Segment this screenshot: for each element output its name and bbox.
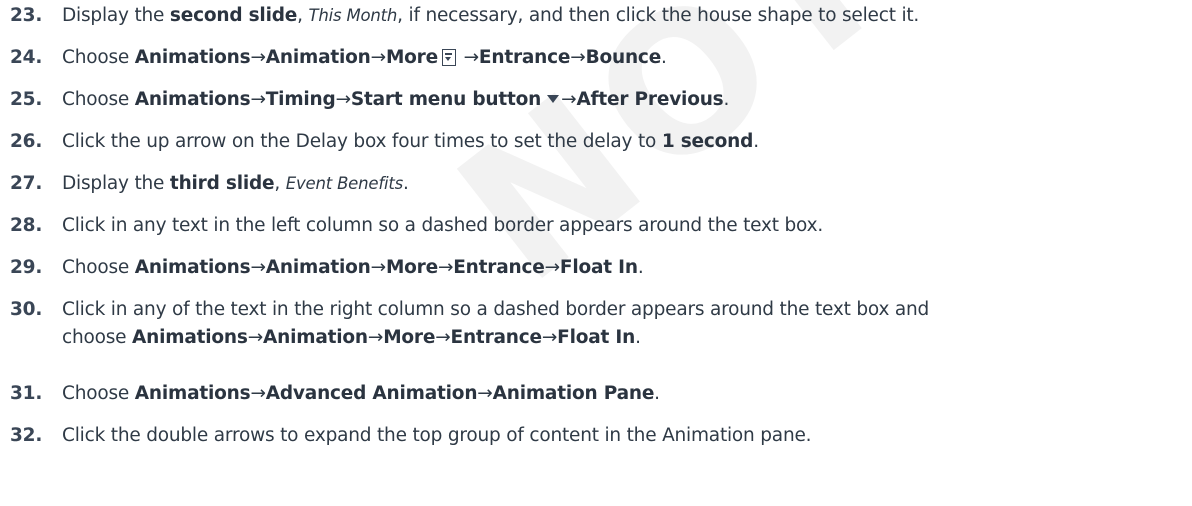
step-text: Click in any of the text in the right co… <box>62 296 1167 352</box>
step-text: Click the up arrow on the Delay box four… <box>62 128 1167 156</box>
slide-title: Event Benefits <box>285 174 404 193</box>
instruction-text: Click the double arrows to expand the to… <box>62 425 812 446</box>
instruction-text: Choose <box>62 257 135 278</box>
command-label: Animations <box>132 327 248 348</box>
step-number: 26. <box>10 131 43 152</box>
command-label: Animations <box>134 47 251 68</box>
command-label: Animation Pane <box>492 383 655 404</box>
step-number: 25. <box>10 89 43 110</box>
instruction-text: Choose <box>62 47 135 68</box>
command-label: Animations <box>134 89 251 110</box>
menu-arrow: → <box>250 47 266 68</box>
instruction-text: Choose <box>62 383 135 404</box>
instruction-text: , <box>274 173 286 194</box>
instruction-text: . <box>661 47 667 68</box>
instruction-text: . <box>654 383 660 404</box>
command-label: Animation <box>263 327 368 348</box>
step-number: 30. <box>10 299 43 320</box>
slide-title: This Month <box>308 6 398 25</box>
dropdown-arrow-icon <box>547 95 560 103</box>
instruction-text: . <box>753 131 759 152</box>
command-label: Entrance <box>478 47 571 68</box>
step-text: Choose Animations→Animation→More →Entran… <box>62 44 1167 72</box>
instruction-text: Click in any of the text in the right co… <box>62 299 930 320</box>
menu-arrow: → <box>544 257 561 278</box>
command-label: After Previous <box>576 89 724 110</box>
command-label: Float In <box>557 327 636 348</box>
instruction-text: Display the <box>62 5 170 26</box>
instruction-text: Click in any text in the left column so … <box>62 215 824 236</box>
menu-arrow: → <box>335 89 352 110</box>
menu-arrow: → <box>437 257 454 278</box>
command-label: Float In <box>559 257 638 278</box>
instruction-text: choose <box>62 327 133 348</box>
command-label: Start menu button <box>350 89 542 110</box>
instruction-text: . <box>637 257 644 278</box>
command-label: Animations <box>134 383 251 404</box>
instruction-text: . <box>403 173 409 194</box>
menu-arrow: → <box>435 327 451 348</box>
step-text: Choose Animations→Animation→More→Entranc… <box>62 254 1167 282</box>
step-number: 28. <box>10 215 43 236</box>
menu-arrow: → <box>370 257 387 278</box>
more-dropdown-icon <box>441 49 456 66</box>
command-label: Entrance <box>450 327 543 348</box>
command-label: third slide <box>169 173 275 194</box>
command-label: Animations <box>134 257 251 278</box>
step-text: Choose Animations→Timing→Start menu butt… <box>62 86 1167 114</box>
instruction-text: , <box>297 5 309 26</box>
step-number: 24. <box>10 47 43 68</box>
command-label: More <box>385 47 438 68</box>
step-number: 27. <box>10 173 43 194</box>
command-label: Bounce <box>585 47 662 68</box>
instruction-text: , if necessary, and then click the house… <box>397 5 920 26</box>
step-text: Click in any text in the left column so … <box>62 212 1167 240</box>
command-label: Animation <box>265 47 371 68</box>
instruction-text: Choose <box>62 89 135 110</box>
menu-arrow: → <box>247 327 264 348</box>
step-number: 29. <box>10 257 43 278</box>
command-label: More <box>385 257 438 278</box>
step-number: 23. <box>10 5 43 26</box>
menu-arrow: → <box>367 327 384 348</box>
menu-arrow: → <box>250 89 266 110</box>
command-label: Animation <box>265 257 371 278</box>
instruction-text: . <box>635 327 641 348</box>
step-text: Click the double arrows to expand the to… <box>62 422 1167 450</box>
step-text: Display the second slide, This Month, if… <box>62 2 1167 30</box>
menu-arrow: → <box>370 47 387 68</box>
menu-arrow: → <box>250 257 266 278</box>
step-number: 31. <box>10 383 43 404</box>
command-label: 1 second <box>661 131 754 152</box>
step-number: 32. <box>10 425 43 446</box>
menu-arrow: → <box>570 47 586 68</box>
command-label: Entrance <box>453 257 545 278</box>
step-text: Display the third slide, Event Benefits. <box>62 170 1167 198</box>
instruction-text: . <box>723 89 730 110</box>
menu-arrow: → <box>477 383 493 404</box>
command-label: Timing <box>265 89 336 110</box>
instruction-text: Click the up arrow on the Delay box four… <box>62 131 662 152</box>
menu-arrow: → <box>561 89 577 110</box>
command-label: second slide <box>169 5 298 26</box>
menu-arrow: → <box>457 47 480 68</box>
step-text: Choose Animations→Advanced Animation→Ani… <box>62 380 1167 408</box>
instruction-text: Display the <box>62 173 170 194</box>
command-label: More <box>383 327 436 348</box>
menu-arrow: → <box>541 327 558 348</box>
command-label: Advanced Animation <box>265 383 478 404</box>
menu-arrow: → <box>250 383 266 404</box>
